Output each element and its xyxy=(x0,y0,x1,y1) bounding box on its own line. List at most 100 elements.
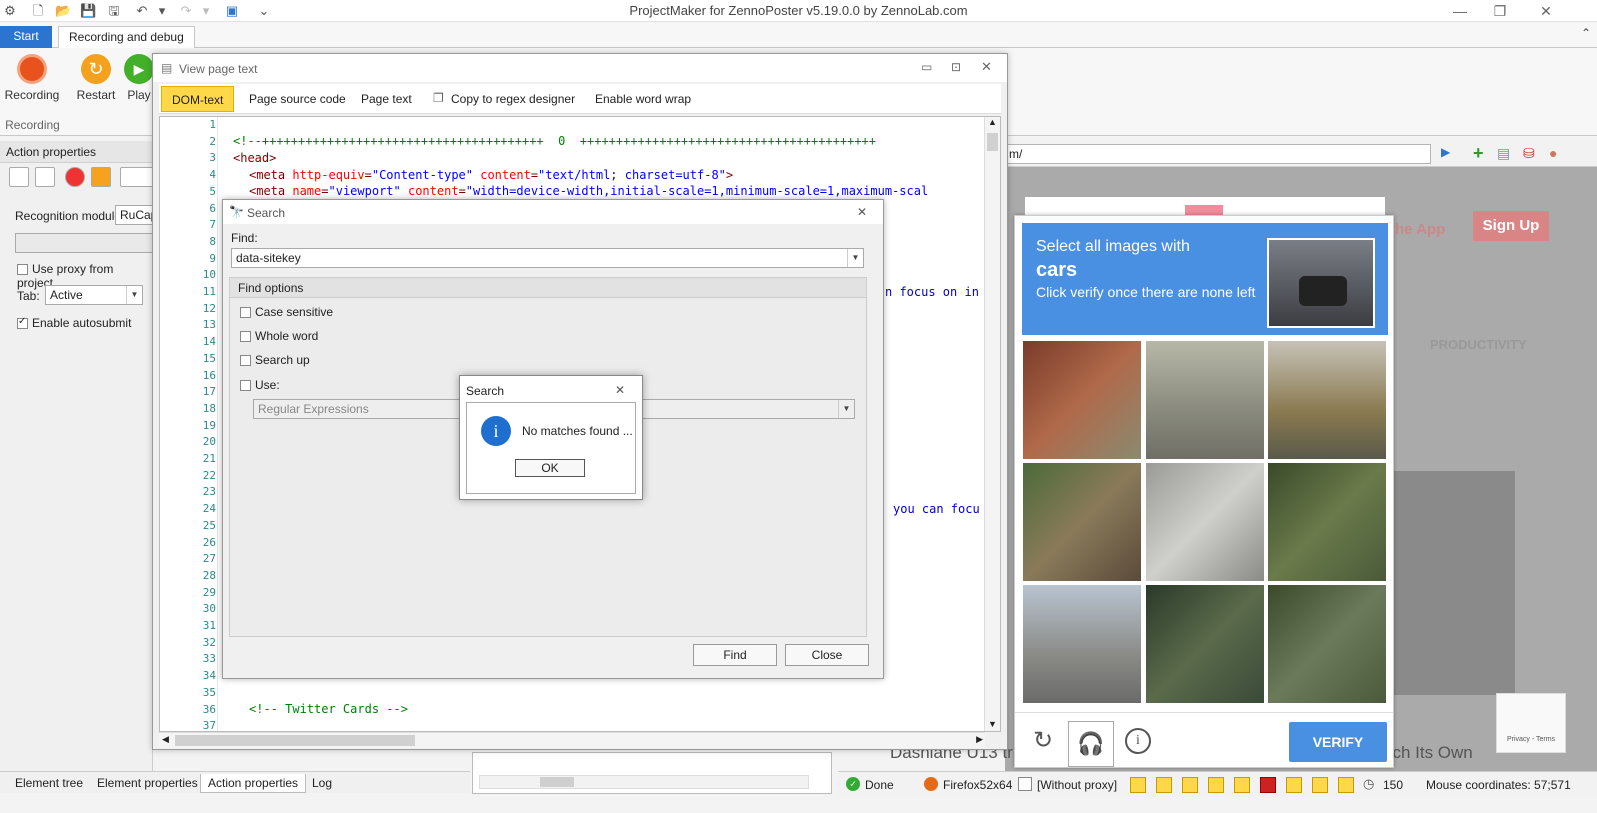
captcha-tile[interactable] xyxy=(1146,585,1264,703)
sign-up-button[interactable]: Sign Up xyxy=(1473,211,1549,241)
restart-button[interactable]: ↻ Restart xyxy=(70,48,122,102)
scroll-thumb[interactable] xyxy=(540,777,574,787)
flash-icon[interactable] xyxy=(1260,777,1276,793)
scroll-up-icon[interactable]: ▲ xyxy=(988,117,997,127)
ribbon-group-label: Recording xyxy=(5,118,60,132)
grid-view-icon[interactable] xyxy=(9,167,29,187)
action-properties-panel: Action properties Recognition module: Ru… xyxy=(0,141,157,771)
captcha-tile[interactable] xyxy=(1023,585,1141,703)
captcha-tile[interactable] xyxy=(1268,463,1386,581)
css-icon[interactable] xyxy=(1208,777,1224,793)
plugin-icon[interactable] xyxy=(1312,777,1328,793)
add-icon[interactable]: + xyxy=(1473,143,1484,164)
status-browser[interactable]: Firefox52x64 xyxy=(943,778,1012,792)
no-matches-dialog: Search ✕ i No matches found ... OK xyxy=(459,375,643,500)
go-icon[interactable]: ▶ xyxy=(1441,145,1450,159)
recognition-module-select[interactable]: RuCap xyxy=(115,205,157,225)
list-icon[interactable]: ▤ xyxy=(1497,145,1510,162)
lower-scroll-area[interactable] xyxy=(472,752,832,794)
info-icon[interactable]: i xyxy=(1125,728,1151,754)
copy-to-regex-designer-button[interactable]: ❐ Copy to regex designer xyxy=(425,86,585,112)
toolbar-field[interactable] xyxy=(120,167,154,187)
tab-element-tree[interactable]: Element tree xyxy=(8,774,90,793)
close-icon[interactable]: ✕ xyxy=(615,383,625,397)
recognition-settings-field[interactable] xyxy=(15,233,153,253)
dom-text-button[interactable]: DOM-text xyxy=(161,86,235,112)
line-number: 29 xyxy=(202,585,216,599)
tab-select[interactable]: Active ▼ xyxy=(45,285,143,305)
image-icon[interactable] xyxy=(1130,777,1146,793)
tab-start[interactable]: Start xyxy=(0,26,52,48)
close-icon[interactable]: ✕ xyxy=(981,59,992,75)
scroll-left-icon[interactable]: ◀ xyxy=(162,734,169,745)
tab-recording-and-debug[interactable]: Recording and debug xyxy=(58,26,195,48)
close-icon[interactable]: ✕ xyxy=(1532,2,1560,20)
music-icon[interactable] xyxy=(1338,777,1354,793)
captcha-tile[interactable] xyxy=(1268,341,1386,459)
get-the-app-link[interactable]: the App xyxy=(1390,221,1445,238)
captcha-tile[interactable] xyxy=(1023,463,1141,581)
cookie-icon[interactable]: ● xyxy=(1549,145,1557,161)
captcha-tile[interactable] xyxy=(1268,585,1386,703)
url-input[interactable]: m/ xyxy=(1005,144,1431,164)
edit-icon[interactable] xyxy=(35,167,55,187)
play-button[interactable]: ▶ Play xyxy=(122,48,156,102)
enable-word-wrap-button[interactable]: Enable word wrap xyxy=(585,86,701,112)
page-source-code-button[interactable]: Page source code xyxy=(239,86,356,112)
vertical-scrollbar[interactable]: ▲ ▼ xyxy=(984,117,1000,731)
arrow-down-icon[interactable] xyxy=(91,167,111,187)
chevron-down-icon[interactable]: ▼ xyxy=(847,249,863,267)
window-toggle-icon[interactable] xyxy=(1156,777,1172,793)
captcha-tile[interactable] xyxy=(1146,341,1264,459)
horizontal-scrollbar[interactable]: ◀ ▶ xyxy=(159,732,985,748)
maximize-icon[interactable]: ⊡ xyxy=(951,60,961,74)
line-number: 3 xyxy=(209,151,216,165)
collapse-ribbon-icon[interactable]: ⌃ xyxy=(1581,26,1591,40)
enable-autosubmit-checkbox[interactable]: Enable autosubmit xyxy=(17,316,131,330)
whole-word-checkbox[interactable]: Whole word xyxy=(240,329,318,343)
monitor-icon[interactable] xyxy=(1286,777,1302,793)
page-text-button[interactable]: Page text xyxy=(351,86,422,112)
tab-element-properties[interactable]: Element properties xyxy=(90,774,205,793)
find-button[interactable]: Find xyxy=(693,644,777,666)
captcha-tile[interactable] xyxy=(1023,341,1141,459)
recording-button[interactable]: Recording xyxy=(4,48,60,102)
restore-icon[interactable]: ❐ xyxy=(1486,2,1514,20)
code-line-4: <meta http-equiv="Content-type" content=… xyxy=(249,168,734,182)
line-number: 25 xyxy=(202,518,216,532)
dialog-message: No matches found ... xyxy=(522,424,633,438)
close-button[interactable]: Close xyxy=(785,644,869,666)
minimize-icon[interactable]: ▭ xyxy=(921,60,932,74)
tab-action-properties[interactable]: Action properties xyxy=(200,774,307,793)
record-stop-icon[interactable] xyxy=(65,167,85,187)
verify-button[interactable]: VERIFY xyxy=(1289,722,1387,762)
audio-challenge-icon[interactable]: 🎧 xyxy=(1068,721,1114,767)
status-mouse-coordinates: Mouse coordinates: 57;571 xyxy=(1426,778,1571,792)
status-bar: ✓ Done Firefox52x64 [Without proxy] ◷ 15… xyxy=(838,771,1597,797)
case-sensitive-checkbox[interactable]: Case sensitive xyxy=(240,305,333,319)
status-zoom[interactable]: 150 xyxy=(1383,778,1403,792)
ok-button[interactable]: OK xyxy=(515,459,585,477)
close-icon[interactable]: ✕ xyxy=(857,205,867,219)
line-number: 1 xyxy=(209,118,216,131)
scroll-right-icon[interactable]: ▶ xyxy=(976,734,983,745)
scroll-down-icon[interactable]: ▼ xyxy=(988,719,997,729)
minimize-icon[interactable]: — xyxy=(1446,2,1474,20)
tab-log[interactable]: Log xyxy=(305,774,339,793)
reload-icon[interactable]: ↻ xyxy=(1033,726,1053,755)
line-number: 33 xyxy=(202,652,216,666)
scroll-thumb[interactable] xyxy=(175,735,415,746)
lightning-icon[interactable] xyxy=(1234,777,1250,793)
status-proxy[interactable]: [Without proxy] xyxy=(1037,778,1117,792)
frames-icon[interactable] xyxy=(1182,777,1198,793)
recaptcha-badge[interactable]: Privacy - Terms xyxy=(1496,693,1566,753)
scroll-thumb[interactable] xyxy=(987,133,998,151)
horizontal-scrollbar[interactable] xyxy=(479,775,809,789)
captcha-tile[interactable] xyxy=(1146,463,1264,581)
search-up-checkbox[interactable]: Search up xyxy=(240,353,310,367)
database-icon[interactable]: ⛁ xyxy=(1523,145,1535,162)
find-input[interactable]: data-sitekey ▼ xyxy=(231,248,864,268)
code-line-3: <head> xyxy=(233,151,277,165)
line-number: 27 xyxy=(202,552,216,566)
use-checkbox[interactable]: Use: xyxy=(240,378,280,392)
